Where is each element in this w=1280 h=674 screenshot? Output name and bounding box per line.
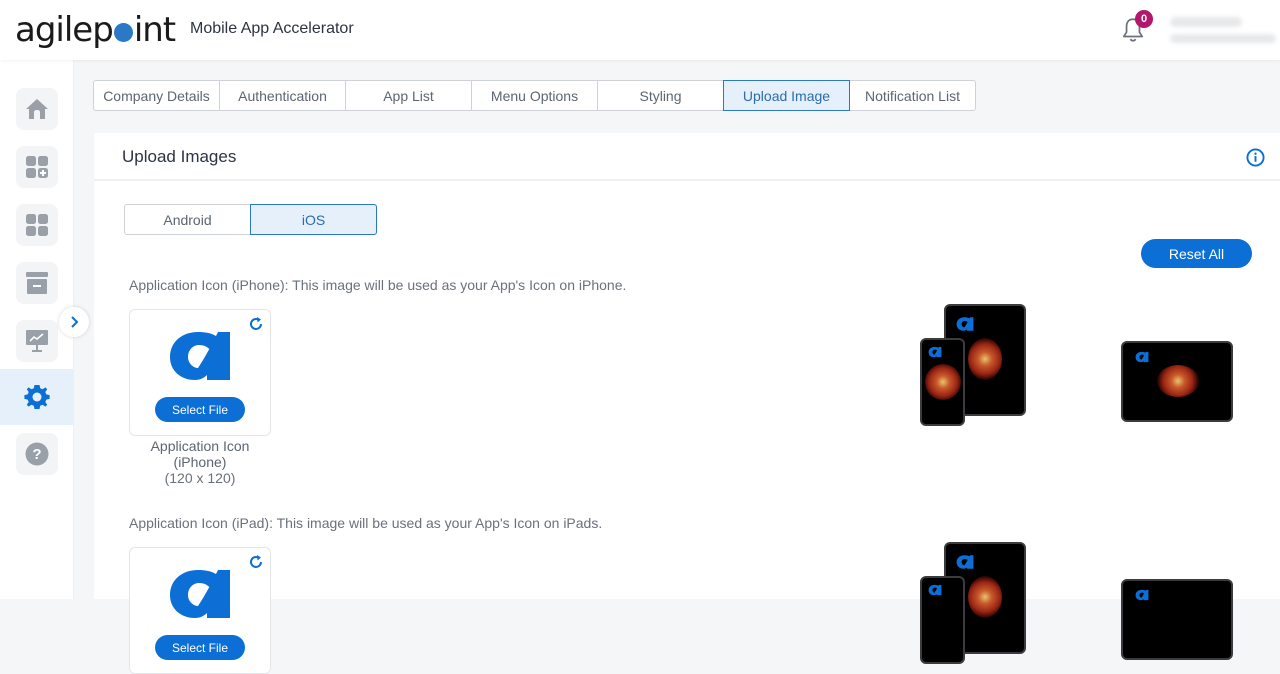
logo-text-left: agilep <box>15 10 114 50</box>
caption-line2: (iPhone) <box>173 454 227 470</box>
presentation-chart-icon <box>26 330 48 352</box>
app-icon-preview <box>170 332 230 380</box>
wallpaper-flower <box>968 576 1002 618</box>
help-icon: ? <box>25 442 49 466</box>
select-file-button[interactable]: Select File <box>155 397 245 422</box>
tab-upload-image[interactable]: Upload Image <box>723 80 850 111</box>
svg-text:?: ? <box>32 446 41 463</box>
sidebar-item-add-app[interactable] <box>0 139 74 195</box>
logo-dot <box>113 22 133 42</box>
iphone-icon-card: Select File <box>129 309 271 436</box>
preview-logo-icon <box>928 346 942 358</box>
grid-plus-icon <box>26 156 48 178</box>
grid-icon <box>26 214 48 236</box>
preview-logo-icon <box>1135 351 1149 363</box>
archive-icon <box>26 272 48 294</box>
refresh-icon[interactable] <box>248 554 264 570</box>
tab-menu-options[interactable]: Menu Options <box>471 80 598 111</box>
sidebar-item-settings[interactable] <box>0 369 74 425</box>
top-header: agilep int Mobile App Accelerator 0 <box>0 0 1280 60</box>
ipad-icon-card: Select File <box>129 547 271 674</box>
gear-icon <box>24 385 50 409</box>
user-name[interactable] <box>1170 17 1242 27</box>
preview-logo-icon <box>1135 589 1149 601</box>
tab-app-list[interactable]: App List <box>345 80 472 111</box>
select-file-button[interactable]: Select File <box>155 635 245 660</box>
tab-styling[interactable]: Styling <box>597 80 724 111</box>
sidebar-item-apps[interactable] <box>0 197 74 253</box>
iphone-icon-caption: Application Icon (iPhone) (120 x 120) <box>129 438 271 486</box>
preview-logo-icon <box>956 317 974 331</box>
sidebar-expand-button[interactable] <box>59 307 89 337</box>
preview-logo-icon <box>956 555 974 569</box>
sidebar-item-help[interactable]: ? <box>0 426 74 482</box>
iphone-preview <box>920 576 965 664</box>
icon-size: (120 x 120) <box>164 470 236 486</box>
tab-authentication[interactable]: Authentication <box>219 80 346 111</box>
agilepoint-logo[interactable]: agilep int <box>15 8 176 52</box>
iphone-icon-description: Application Icon (iPhone): This image wi… <box>129 277 627 293</box>
panel-header: Upload Images <box>94 133 1280 181</box>
upload-images-panel: Upload Images Android iOS Reset All Appl… <box>94 133 1280 674</box>
sidebar-item-archive[interactable] <box>0 255 74 311</box>
user-email <box>1170 34 1276 43</box>
tab-notification-list[interactable]: Notification List <box>849 80 976 111</box>
refresh-icon[interactable] <box>248 316 264 332</box>
wallpaper-flower <box>1157 365 1199 397</box>
ipad-landscape-preview <box>1121 341 1233 422</box>
notification-badge: 0 <box>1135 10 1153 28</box>
info-icon[interactable] <box>1246 148 1265 167</box>
chevron-right-icon <box>71 316 79 328</box>
ipad-landscape-preview <box>1121 579 1233 660</box>
preview-logo-icon <box>928 584 942 596</box>
settings-tabs: Company Details Authentication App List … <box>93 80 976 111</box>
ipad-icon-description: Application Icon (iPad): This image will… <box>129 515 603 531</box>
logo-text-right: int <box>133 10 176 50</box>
platform-android-button[interactable]: Android <box>124 204 251 235</box>
wallpaper-flower <box>968 338 1002 380</box>
platform-ios-button[interactable]: iOS <box>250 204 377 235</box>
app-title: Mobile App Accelerator <box>190 20 354 37</box>
caption-line1: Application Icon <box>150 438 250 454</box>
sidebar-item-home[interactable] <box>0 81 74 137</box>
reset-all-button[interactable]: Reset All <box>1141 239 1252 268</box>
wallpaper-flower <box>925 364 961 400</box>
tab-company-details[interactable]: Company Details <box>93 80 220 111</box>
platform-toggle: Android iOS <box>124 204 377 235</box>
home-icon <box>26 99 48 119</box>
panel-title: Upload Images <box>122 147 237 166</box>
iphone-preview <box>920 338 965 426</box>
app-icon-preview <box>170 570 230 618</box>
